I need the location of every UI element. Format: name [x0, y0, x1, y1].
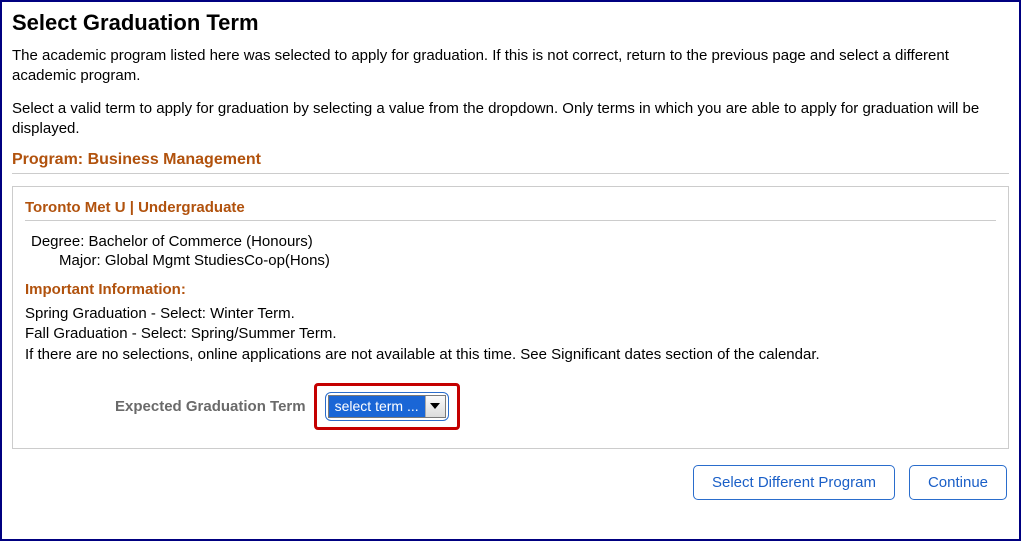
major-line: Major: Global Mgmt StudiesCo-op(Hons)	[59, 252, 996, 269]
page-title: Select Graduation Term	[12, 10, 1009, 36]
expected-term-label: Expected Graduation Term	[115, 398, 306, 415]
important-info-heading: Important Information:	[25, 281, 996, 298]
info-line-2: Fall Graduation - Select: Spring/Summer …	[25, 324, 996, 344]
intro-paragraph-1: The academic program listed here was sel…	[12, 46, 1009, 87]
term-select-value: select term ...	[329, 396, 425, 417]
term-select[interactable]: select term ...	[328, 395, 446, 418]
info-line-1: Spring Graduation - Select: Winter Term.	[25, 304, 996, 324]
select-different-program-button[interactable]: Select Different Program	[693, 465, 895, 500]
intro-paragraph-2: Select a valid term to apply for graduat…	[12, 99, 1009, 140]
select-focus-ring: select term ...	[325, 392, 449, 421]
institution-heading: Toronto Met U | Undergraduate	[25, 199, 996, 221]
chevron-down-icon	[425, 396, 445, 417]
select-highlight-box: select term ...	[314, 383, 460, 430]
degree-line: Degree: Bachelor of Commerce (Honours)	[31, 233, 996, 250]
info-line-3: If there are no selections, online appli…	[25, 345, 996, 365]
important-info-lines: Spring Graduation - Select: Winter Term.…	[25, 304, 996, 365]
program-heading: Program: Business Management	[12, 151, 1009, 174]
intro-text: The academic program listed here was sel…	[12, 46, 1009, 139]
continue-button[interactable]: Continue	[909, 465, 1007, 500]
term-row: Expected Graduation Term select term ...	[115, 383, 996, 430]
button-row: Select Different Program Continue	[12, 465, 1009, 500]
program-box: Toronto Met U | Undergraduate Degree: Ba…	[12, 186, 1009, 449]
